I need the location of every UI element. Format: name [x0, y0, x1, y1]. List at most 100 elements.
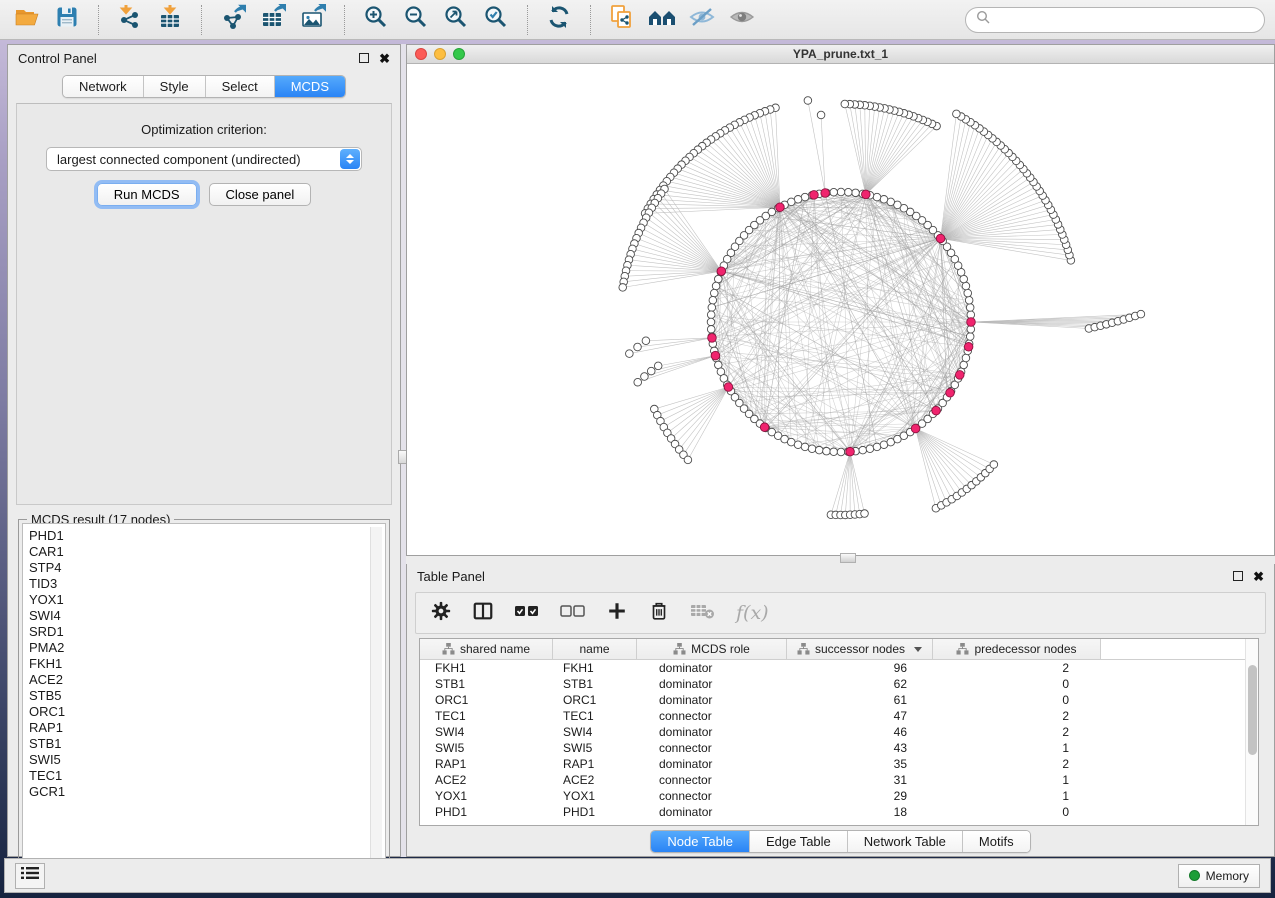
export-table-button[interactable] — [256, 4, 290, 36]
table-cell[interactable]: dominator — [637, 725, 787, 739]
table-cell[interactable]: 1 — [933, 741, 1101, 755]
table-cell[interactable]: ORC1 — [420, 693, 553, 707]
open-button[interactable] — [10, 4, 44, 36]
select-all-rows-button[interactable] — [514, 603, 540, 624]
tab-select[interactable]: Select — [206, 76, 275, 97]
table-row[interactable]: PHD1PHD1dominator180 — [420, 804, 1258, 820]
function-builder-button-disabled[interactable]: f(x) — [736, 602, 769, 624]
table-cell[interactable]: PHD1 — [420, 805, 553, 819]
table-cell[interactable]: PHD1 — [553, 805, 637, 819]
table-cell[interactable]: SWI4 — [420, 725, 553, 739]
search-box[interactable] — [965, 7, 1265, 33]
float-panel-icon[interactable] — [1233, 571, 1243, 581]
create-column-button[interactable] — [606, 600, 628, 627]
column-header-shared-name[interactable]: shared name — [420, 639, 553, 659]
tab-mcds[interactable]: MCDS — [275, 76, 345, 97]
table-cell[interactable]: 31 — [787, 773, 933, 787]
table-cell[interactable]: dominator — [637, 677, 787, 691]
mcds-result-item[interactable]: STP4 — [29, 560, 385, 576]
tab-network[interactable]: Network — [63, 76, 144, 97]
table-cell[interactable]: FKH1 — [420, 661, 553, 675]
network-canvas[interactable] — [407, 64, 1274, 555]
table-cell[interactable]: SWI5 — [420, 741, 553, 755]
table-cell[interactable]: 61 — [787, 693, 933, 707]
table-cell[interactable]: 0 — [933, 693, 1101, 707]
table-cell[interactable]: ACE2 — [420, 773, 553, 787]
mcds-result-item[interactable]: CAR1 — [29, 544, 385, 560]
table-cell[interactable]: 29 — [787, 789, 933, 803]
network-window-titlebar[interactable]: YPA_prune.txt_1 — [407, 45, 1274, 64]
table-row[interactable]: STB1STB1dominator620 — [420, 676, 1258, 692]
table-cell[interactable]: ORC1 — [553, 693, 637, 707]
network-graph[interactable] — [407, 64, 1274, 555]
table-cell[interactable]: TEC1 — [420, 709, 553, 723]
scrollbar-thumb[interactable] — [1248, 665, 1257, 755]
show-all-button[interactable] — [725, 4, 759, 36]
mcds-result-item[interactable]: PHD1 — [29, 528, 385, 544]
table-row[interactable]: ACE2ACE2connector311 — [420, 772, 1258, 788]
column-header-successor-nodes[interactable]: successor nodes — [787, 639, 933, 659]
zoom-selected-button[interactable] — [479, 4, 513, 36]
tab-network-table[interactable]: Network Table — [848, 831, 963, 852]
table-cell[interactable]: 43 — [787, 741, 933, 755]
tab-edge-table[interactable]: Edge Table — [750, 831, 848, 852]
table-cell[interactable]: SWI4 — [553, 725, 637, 739]
hide-selected-button[interactable] — [685, 4, 719, 36]
table-cell[interactable]: 35 — [787, 757, 933, 771]
mcds-result-item[interactable]: GCR1 — [29, 784, 385, 800]
table-cell[interactable]: 0 — [933, 805, 1101, 819]
mcds-result-item[interactable]: TEC1 — [29, 768, 385, 784]
mcds-result-item[interactable]: YOX1 — [29, 592, 385, 608]
optimization-criterion-select[interactable]: largest connected component (undirected) — [46, 147, 362, 171]
import-network-button[interactable] — [113, 4, 147, 36]
table-cell[interactable]: 96 — [787, 661, 933, 675]
column-header-predecessor-nodes[interactable]: predecessor nodes — [933, 639, 1101, 659]
memory-button[interactable]: Memory — [1178, 864, 1260, 888]
float-panel-icon[interactable] — [359, 53, 369, 63]
table-scrollbar[interactable] — [1245, 639, 1258, 825]
mcds-result-item[interactable]: STB5 — [29, 688, 385, 704]
import-table-button[interactable] — [153, 4, 187, 36]
table-row[interactable]: RAP1RAP1dominator352 — [420, 756, 1258, 772]
table-cell[interactable]: ACE2 — [553, 773, 637, 787]
table-cell[interactable]: 46 — [787, 725, 933, 739]
first-neighbors-button[interactable] — [645, 4, 679, 36]
table-cell[interactable]: SWI5 — [553, 741, 637, 755]
table-settings-button[interactable] — [430, 600, 452, 627]
table-cell[interactable]: RAP1 — [420, 757, 553, 771]
column-header-name[interactable]: name — [553, 639, 637, 659]
export-network-button[interactable] — [216, 4, 250, 36]
table-row[interactable]: FKH1FKH1dominator962 — [420, 660, 1258, 676]
table-cell[interactable]: FKH1 — [553, 661, 637, 675]
tab-node-table[interactable]: Node Table — [651, 831, 750, 852]
table-cell[interactable]: YOX1 — [553, 789, 637, 803]
export-image-button[interactable] — [296, 4, 330, 36]
table-cell[interactable]: YOX1 — [420, 789, 553, 803]
tab-motifs[interactable]: Motifs — [963, 831, 1030, 852]
close-panel-icon[interactable]: ✖ — [379, 52, 390, 65]
table-cell[interactable]: 2 — [933, 725, 1101, 739]
mcds-result-item[interactable]: ACE2 — [29, 672, 385, 688]
mcds-result-item[interactable]: SWI5 — [29, 752, 385, 768]
table-cell[interactable]: connector — [637, 709, 787, 723]
table-cell[interactable]: 0 — [933, 677, 1101, 691]
column-header-mcds-role[interactable]: MCDS role — [637, 639, 787, 659]
mcds-result-item[interactable]: RAP1 — [29, 720, 385, 736]
mcds-result-item[interactable]: STB1 — [29, 736, 385, 752]
run-mcds-button[interactable]: Run MCDS — [97, 183, 197, 206]
zoom-fit-button[interactable] — [439, 4, 473, 36]
table-cell[interactable]: RAP1 — [553, 757, 637, 771]
save-button[interactable] — [50, 4, 84, 36]
table-cell[interactable]: connector — [637, 773, 787, 787]
table-cell[interactable]: 2 — [933, 709, 1101, 723]
table-cell[interactable]: dominator — [637, 805, 787, 819]
mcds-result-item[interactable]: SRD1 — [29, 624, 385, 640]
table-cell[interactable]: 47 — [787, 709, 933, 723]
mcds-result-item[interactable]: TID3 — [29, 576, 385, 592]
table-cell[interactable]: 18 — [787, 805, 933, 819]
mcds-result-item[interactable]: SWI4 — [29, 608, 385, 624]
search-input[interactable] — [997, 13, 1254, 27]
delete-table-button-disabled[interactable] — [690, 602, 716, 625]
new-network-from-selection-button[interactable] — [605, 4, 639, 36]
close-panel-icon[interactable]: ✖ — [1253, 570, 1264, 583]
